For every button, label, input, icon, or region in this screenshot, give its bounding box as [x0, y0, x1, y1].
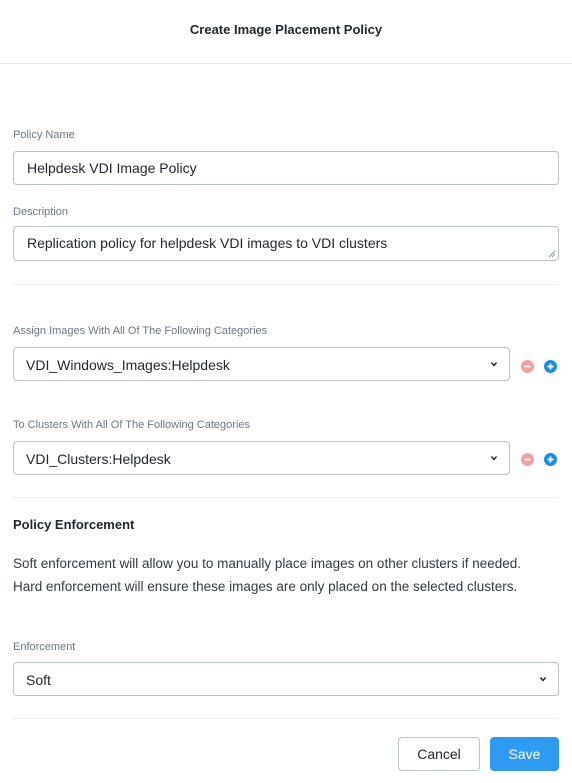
image-category-value: VDI_Windows_Images:Helpdesk — [26, 357, 230, 373]
plus-circle-icon — [547, 363, 554, 370]
cluster-categories-label: To Clusters With All Of The Following Ca… — [13, 419, 250, 431]
divider — [13, 497, 559, 498]
enforcement-label: Enforcement — [13, 641, 76, 653]
policy-name-input[interactable] — [13, 151, 559, 185]
policy-enforcement-description: Soft enforcement will allow you to manua… — [13, 556, 522, 594]
description-textarea[interactable]: Replication policy for helpdesk VDI imag… — [13, 226, 559, 261]
dialog-title: Create Image Placement Policy — [189, 22, 383, 37]
chevron-down-icon — [539, 677, 547, 682]
policy-enforcement-title: Policy Enforcement — [13, 517, 135, 532]
enforcement-value: Soft — [26, 672, 51, 688]
add-image-category-button[interactable] — [544, 360, 557, 373]
policy-name-label: Policy Name — [13, 129, 75, 141]
save-button[interactable]: Save — [490, 737, 559, 771]
chevron-down-icon — [490, 456, 498, 461]
image-categories-label: Assign Images With All Of The Following … — [13, 325, 268, 337]
minus-circle-icon — [524, 458, 531, 461]
add-cluster-category-button[interactable] — [544, 453, 557, 466]
divider — [13, 284, 559, 285]
description-label: Description — [13, 206, 69, 218]
cluster-category-select[interactable]: VDI_Clusters:Helpdesk — [13, 441, 510, 475]
cluster-category-value: VDI_Clusters:Helpdesk — [26, 451, 171, 467]
enforcement-select[interactable]: Soft — [13, 662, 559, 696]
chevron-down-icon — [490, 362, 498, 367]
image-category-select[interactable]: VDI_Windows_Images:Helpdesk — [13, 347, 510, 381]
description-value: Replication policy for helpdesk VDI imag… — [27, 235, 388, 251]
minus-circle-icon — [524, 365, 531, 368]
plus-circle-icon — [547, 456, 554, 463]
dialog-header: Create Image Placement Policy — [0, 0, 572, 64]
resize-grip-icon[interactable] — [548, 250, 556, 258]
cancel-button[interactable]: Cancel — [398, 737, 480, 771]
remove-image-category-button[interactable] — [521, 360, 534, 373]
remove-cluster-category-button[interactable] — [521, 453, 534, 466]
divider — [13, 718, 559, 719]
